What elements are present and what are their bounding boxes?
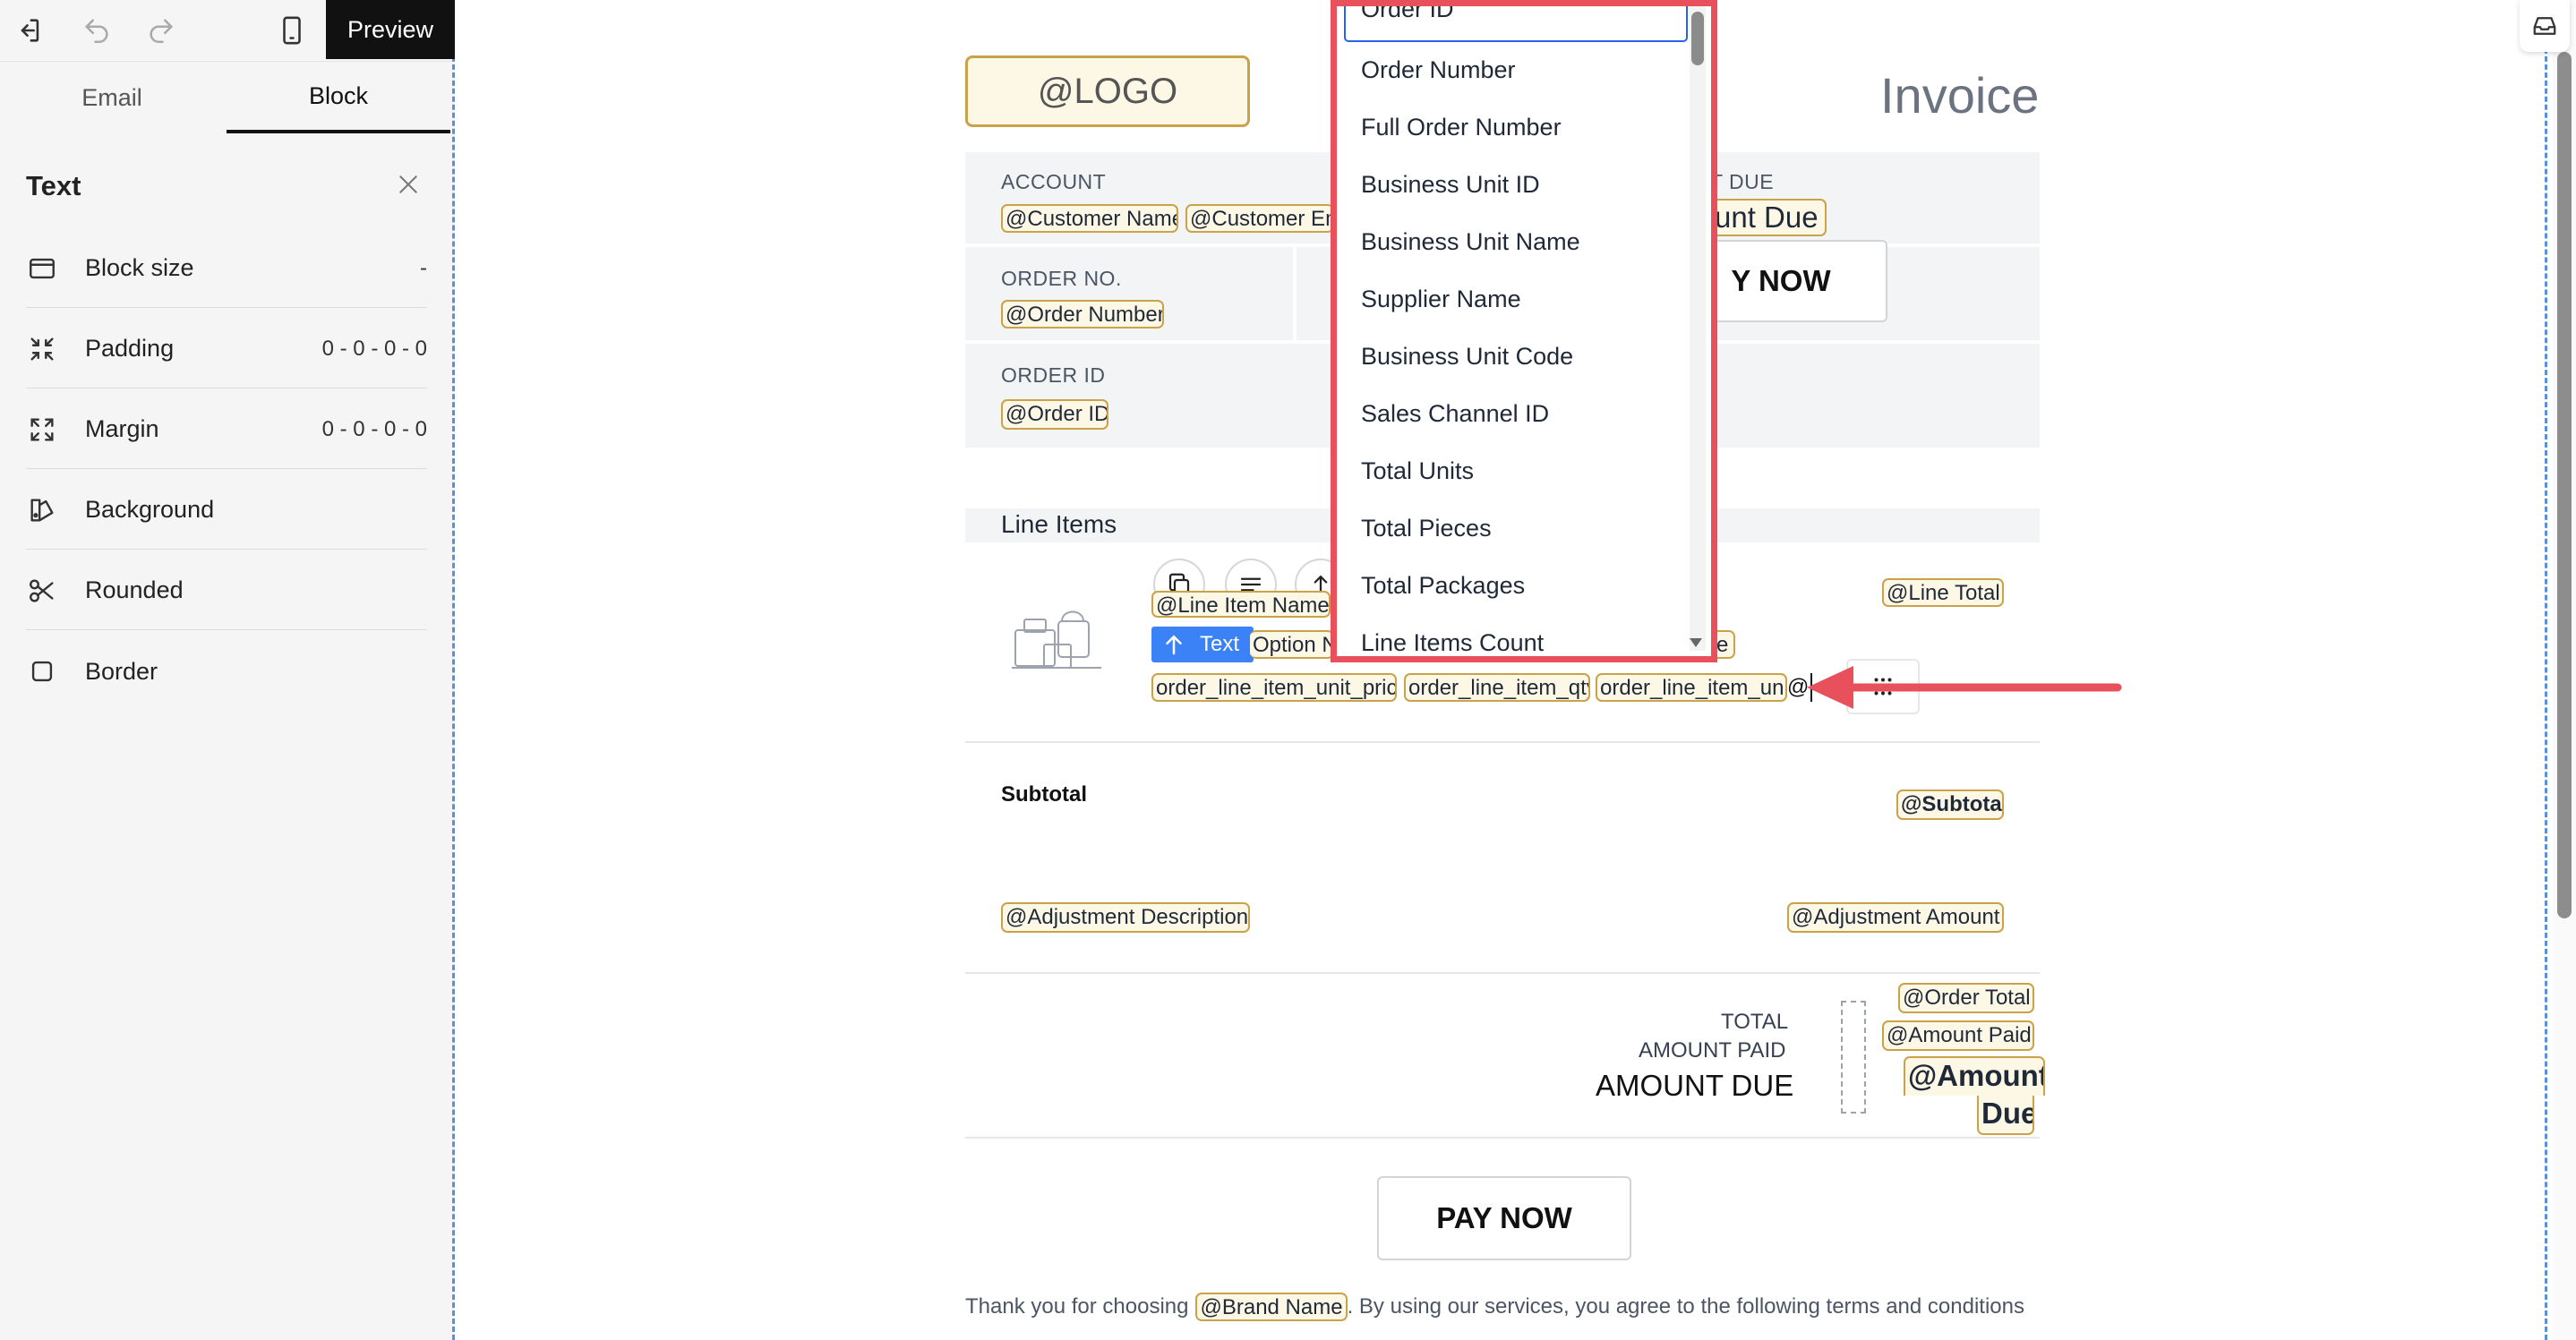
- block-size-row[interactable]: Block size -: [26, 229, 427, 308]
- text-block-tag[interactable]: Text: [1151, 627, 1254, 662]
- total-label: TOTAL: [1721, 1010, 1789, 1034]
- scroll-down-arrow-icon[interactable]: [1690, 638, 1702, 647]
- amount-paid-label: AMOUNT PAID: [1639, 1038, 1786, 1063]
- order-total-chip[interactable]: @Order Total: [1898, 983, 2034, 1013]
- pay-now-button[interactable]: PAY NOW: [1377, 1176, 1631, 1260]
- qty-chip[interactable]: order_line_item_qty: [1404, 673, 1590, 702]
- preview-button[interactable]: Preview: [326, 0, 455, 59]
- background-row[interactable]: Background: [26, 471, 427, 550]
- dropdown-item-total-packages[interactable]: Total Packages: [1361, 572, 1525, 600]
- option-name-chip[interactable]: Option N: [1250, 630, 1334, 659]
- dropdown-item-supplier-name[interactable]: Supplier Name: [1361, 286, 1521, 313]
- customer-name-chip[interactable]: @Customer Name: [1001, 204, 1178, 233]
- block-size-icon: [26, 252, 58, 285]
- dropdown-item-full-order-number[interactable]: Full Order Number: [1361, 114, 1562, 141]
- brand-name-chip[interactable]: @Brand Name: [1195, 1293, 1348, 1321]
- adjustments-divider: [965, 972, 2040, 974]
- dropdown-scroll-thumb[interactable]: [1691, 12, 1704, 65]
- close-icon[interactable]: [390, 166, 426, 202]
- footer-suffix: . By using our services, you agree to th…: [1347, 1294, 2024, 1319]
- order-id-chip[interactable]: @Order ID: [1001, 399, 1108, 430]
- footer-text: Thank you for choosing @Brand Name . By …: [965, 1293, 2024, 1321]
- dropdown-item-business-unit-code[interactable]: Business Unit Code: [1361, 343, 1573, 371]
- margin-icon: [26, 414, 58, 446]
- unit-price-chip[interactable]: order_line_item_unit_price: [1151, 673, 1397, 702]
- account-label: ACCOUNT: [1001, 170, 1107, 193]
- mobile-view-icon[interactable]: [274, 13, 310, 48]
- unit-chip[interactable]: order_line_item_unit: [1596, 673, 1787, 702]
- dropdown-item-business-unit-name[interactable]: Business Unit Name: [1361, 228, 1580, 256]
- line-total-chip[interactable]: @Line Total: [1882, 578, 2004, 607]
- dropdown-item-order-number[interactable]: Order Number: [1361, 56, 1516, 84]
- dropdown-item-total-units[interactable]: Total Units: [1361, 457, 1474, 485]
- inbox-icon[interactable]: [2520, 0, 2570, 52]
- block-size-value: -: [420, 255, 427, 280]
- order-no-label: ORDER NO.: [1001, 267, 1122, 290]
- undo-icon[interactable]: [79, 13, 115, 48]
- tab-email[interactable]: Email: [0, 62, 224, 133]
- totals-divider: [965, 1137, 2040, 1139]
- padding-label: Padding: [85, 335, 175, 362]
- adjustment-description-chip[interactable]: @Adjustment Description: [1001, 902, 1250, 933]
- background-icon: [26, 494, 58, 526]
- background-label: Background: [85, 496, 215, 523]
- order-id-label: ORDER ID: [1001, 363, 1106, 387]
- amount-due-label: T DUE: [1710, 170, 1775, 193]
- redo-icon[interactable]: [143, 13, 179, 48]
- annotation-arrow-icon: [1800, 662, 2122, 713]
- merge-tag-dropdown[interactable]: Order ID Order Number Full Order Number …: [1331, 0, 1717, 662]
- amount-due-chip-line2[interactable]: Due: [1977, 1096, 2034, 1135]
- order-number-chip[interactable]: @Order Number: [1001, 300, 1164, 329]
- text-tag-label: Text: [1200, 632, 1240, 656]
- canvas-right-dashed-border: [2545, 0, 2547, 1340]
- panel-tabs: Email Block: [0, 61, 452, 135]
- block-settings-panel: Preview Email Block Text Block size - Pa…: [0, 0, 455, 1340]
- dropdown-item-line-items-count[interactable]: Line Items Count: [1361, 629, 1544, 656]
- margin-value: 0 - 0 - 0 - 0: [321, 416, 427, 441]
- border-icon: [26, 655, 58, 687]
- line-items-label: Line Items: [1001, 510, 1117, 538]
- spacer-placeholder[interactable]: [1841, 1001, 1866, 1114]
- invoice-title: Invoice: [1880, 67, 2040, 124]
- amount-due-big-label: AMOUNT DUE: [1596, 1069, 1794, 1102]
- margin-row[interactable]: Margin 0 - 0 - 0 - 0: [26, 390, 427, 469]
- border-row[interactable]: Border: [26, 632, 427, 711]
- amount-due-chip-line1[interactable]: @Amount: [1904, 1056, 2045, 1096]
- padding-icon: [26, 333, 58, 365]
- adjustment-amount-chip[interactable]: @Adjustment Amount: [1787, 902, 2004, 933]
- customer-email-chip[interactable]: @Customer Em: [1185, 204, 1334, 233]
- dropdown-item-sales-channel-id[interactable]: Sales Channel ID: [1361, 400, 1549, 428]
- line-items-divider: [965, 741, 2040, 743]
- logo-placeholder[interactable]: @LOGO: [965, 55, 1250, 127]
- amount-due-chip[interactable]: unt Due: [1710, 199, 1827, 236]
- subtotal-label: Subtotal: [1001, 782, 1087, 807]
- product-image: [1008, 594, 1107, 675]
- border-label: Border: [85, 657, 158, 685]
- page-scroll-thumb[interactable]: [2557, 52, 2572, 918]
- scissors-icon: [26, 575, 58, 607]
- rounded-label: Rounded: [85, 576, 184, 603]
- padding-row[interactable]: Padding 0 - 0 - 0 - 0: [26, 310, 427, 388]
- amount-paid-chip[interactable]: @Amount Paid: [1882, 1020, 2034, 1051]
- footer-prefix: Thank you for choosing: [965, 1294, 1189, 1319]
- panel-title: Text: [26, 170, 81, 201]
- dropdown-item-order-id[interactable]: Order ID: [1361, 6, 1454, 23]
- block-size-label: Block size: [85, 254, 194, 281]
- padding-value: 0 - 0 - 0 - 0: [321, 336, 427, 361]
- tab-block[interactable]: Block: [227, 62, 450, 133]
- exit-icon[interactable]: [11, 13, 47, 48]
- line-item-name-chip[interactable]: @Line Item Name: [1151, 591, 1331, 618]
- rounded-row[interactable]: Rounded: [26, 551, 427, 630]
- dropdown-item-total-pieces[interactable]: Total Pieces: [1361, 515, 1492, 542]
- subtotal-chip[interactable]: @Subtotal: [1896, 789, 2004, 820]
- margin-label: Margin: [85, 415, 159, 442]
- dropdown-item-business-unit-id[interactable]: Business Unit ID: [1361, 171, 1540, 199]
- dropdown-scrollbar[interactable]: [1690, 6, 1706, 651]
- arrow-up-icon: [1166, 635, 1182, 655]
